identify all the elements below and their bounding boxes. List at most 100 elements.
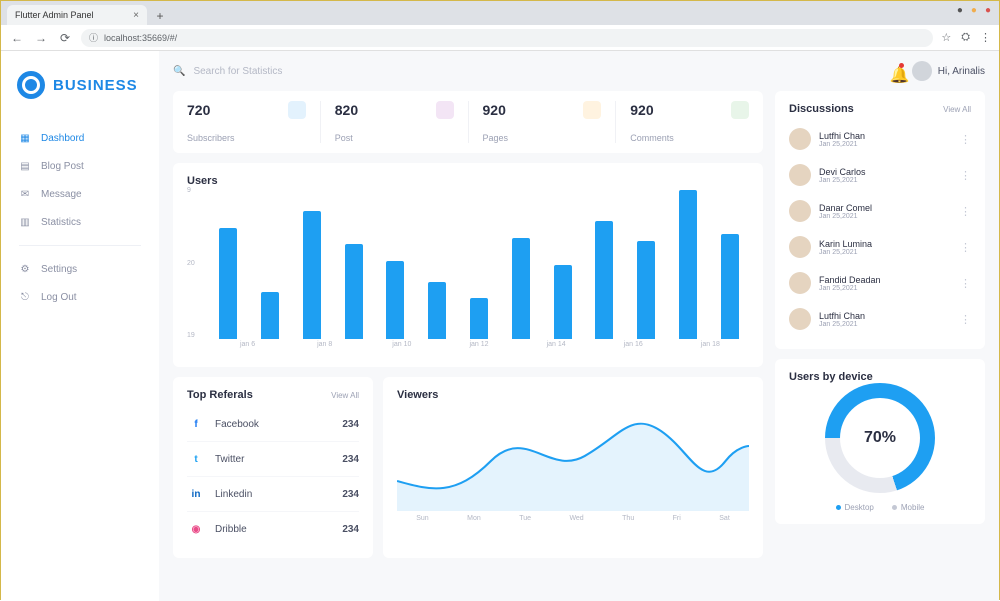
search-icon: 🔍 bbox=[173, 66, 185, 77]
user-menu[interactable]: Hi, Arinalis bbox=[912, 61, 985, 81]
browser-tab[interactable]: Flutter Admin Panel × bbox=[7, 5, 147, 25]
more-icon[interactable]: ⋮ bbox=[960, 169, 971, 182]
bell-icon: 🔔 bbox=[890, 67, 910, 84]
bookmark-icon[interactable]: ☆ bbox=[941, 31, 951, 44]
nav-message[interactable]: ✉ Message bbox=[1, 181, 159, 207]
referral-icon: t bbox=[187, 450, 205, 468]
url-text: localhost:35669/#/ bbox=[104, 33, 177, 43]
nav-settings[interactable]: ⚙ Settings bbox=[1, 256, 159, 282]
donut-percent: 70% bbox=[840, 398, 920, 478]
discussion-date: Jan 25,2021 bbox=[819, 285, 952, 292]
chart-bar bbox=[470, 298, 488, 339]
notification-bell[interactable]: 🔔 bbox=[890, 65, 902, 77]
close-window-icon[interactable]: ● bbox=[985, 5, 991, 16]
brand-logo[interactable]: BUSINESS bbox=[1, 65, 159, 117]
referral-item[interactable]: in Linkedin 234 bbox=[187, 477, 359, 512]
legend-label: Mobile bbox=[901, 503, 925, 512]
discussion-date: Jan 25,2021 bbox=[819, 141, 952, 148]
more-icon[interactable]: ⋮ bbox=[960, 313, 971, 326]
stat-cards: 720 Subscribers 820 Post 920 Pages 920 C… bbox=[173, 91, 763, 153]
discussion-name: Fandid Deadan bbox=[819, 275, 952, 285]
nav-logout[interactable]: ⎋ Log Out bbox=[1, 284, 159, 310]
nav-dashboard[interactable]: ▦ Dashbord bbox=[1, 125, 159, 151]
discussion-item[interactable]: Lutfhi Chan Jan 25,2021 ⋮ bbox=[789, 121, 971, 157]
discussions-card: Discussions View All Lutfhi Chan Jan 25,… bbox=[775, 91, 985, 349]
logout-icon: ⎋ bbox=[19, 291, 31, 303]
window-controls: ● ● ● bbox=[957, 5, 991, 16]
chart-bar bbox=[595, 221, 613, 339]
discussion-name: Karin Lumina bbox=[819, 239, 952, 249]
donut-chart: 70% bbox=[825, 383, 935, 493]
stat-icon bbox=[731, 101, 749, 119]
viewers-day: Sat bbox=[719, 515, 730, 522]
referral-name: Facebook bbox=[215, 419, 259, 430]
viewers-day: Wed bbox=[569, 515, 583, 522]
nav-separator bbox=[19, 245, 141, 246]
discussion-name: Danar Comel bbox=[819, 203, 952, 213]
viewers-x-axis: SunMonTueWedThuFriSat bbox=[397, 515, 749, 522]
maximize-icon[interactable]: ● bbox=[971, 5, 977, 16]
primary-nav: ▦ Dashbord ▤ Blog Post ✉ Message ▥ Stati… bbox=[1, 125, 159, 310]
referrals-title: Top Referals bbox=[187, 389, 253, 401]
back-button[interactable]: ← bbox=[9, 31, 25, 45]
new-tab-button[interactable]: + bbox=[151, 7, 169, 25]
more-icon[interactable]: ⋮ bbox=[960, 205, 971, 218]
profile-icon[interactable]: ⛭ bbox=[961, 31, 970, 44]
chart-bar bbox=[386, 261, 404, 339]
search-box[interactable]: 🔍 Search for Statistics bbox=[173, 66, 880, 77]
discussion-item[interactable]: Karin Lumina Jan 25,2021 ⋮ bbox=[789, 229, 971, 265]
nav-label: Message bbox=[41, 189, 82, 200]
more-icon[interactable]: ⋮ bbox=[960, 241, 971, 254]
discussion-item[interactable]: Danar Comel Jan 25,2021 ⋮ bbox=[789, 193, 971, 229]
tab-title: Flutter Admin Panel bbox=[15, 10, 94, 20]
forward-button[interactable]: → bbox=[33, 31, 49, 45]
users-chart-card: Users 92019 jan 6jan 8jan 10jan 12jan 14… bbox=[173, 163, 763, 367]
address-bar[interactable]: ⓘ localhost:35669/#/ bbox=[81, 29, 933, 47]
avatar bbox=[789, 236, 811, 258]
legend-item: Desktop bbox=[836, 503, 874, 512]
legend-dot bbox=[836, 505, 841, 510]
referrals-view-all[interactable]: View All bbox=[331, 391, 359, 400]
reload-button[interactable]: ⟳ bbox=[57, 31, 73, 45]
stat-card[interactable]: 920 Pages bbox=[469, 101, 617, 143]
discussion-item[interactable]: Lutfhi Chan Jan 25,2021 ⋮ bbox=[789, 301, 971, 337]
nav-label: Dashbord bbox=[41, 133, 84, 144]
discussion-item[interactable]: Fandid Deadan Jan 25,2021 ⋮ bbox=[789, 265, 971, 301]
minimize-icon[interactable]: ● bbox=[957, 5, 963, 16]
nav-blog-post[interactable]: ▤ Blog Post bbox=[1, 153, 159, 179]
discussion-item[interactable]: Devi Carlos Jan 25,2021 ⋮ bbox=[789, 157, 971, 193]
bar-chart: 92019 jan 6jan 8jan 10jan 12jan 14jan 16… bbox=[187, 187, 749, 355]
grid-icon: ▦ bbox=[19, 132, 31, 144]
viewers-day: Thu bbox=[622, 515, 634, 522]
menu-icon[interactable]: ⋮ bbox=[980, 31, 991, 44]
discussions-view-all[interactable]: View All bbox=[943, 105, 971, 114]
info-icon: ⓘ bbox=[89, 31, 98, 44]
referral-item[interactable]: f Facebook 234 bbox=[187, 407, 359, 442]
discussion-date: Jan 25,2021 bbox=[819, 213, 952, 220]
discussion-name: Lutfhi Chan bbox=[819, 311, 952, 321]
avatar bbox=[789, 200, 811, 222]
stat-card[interactable]: 920 Comments bbox=[616, 101, 763, 143]
sidebar: BUSINESS ▦ Dashbord ▤ Blog Post ✉ Messag… bbox=[1, 51, 159, 601]
chart-icon: ▥ bbox=[19, 216, 31, 228]
more-icon[interactable]: ⋮ bbox=[960, 277, 971, 290]
stat-label: Subscribers bbox=[187, 133, 306, 143]
close-tab-icon[interactable]: × bbox=[133, 10, 139, 21]
stat-card[interactable]: 720 Subscribers bbox=[173, 101, 321, 143]
avatar bbox=[789, 272, 811, 294]
viewers-day: Mon bbox=[467, 515, 481, 522]
browser-tab-strip: Flutter Admin Panel × + ● ● ● bbox=[1, 1, 999, 25]
more-icon[interactable]: ⋮ bbox=[960, 133, 971, 146]
stat-value: 920 bbox=[483, 102, 506, 118]
referral-item[interactable]: ◉ Dribble 234 bbox=[187, 512, 359, 546]
x-axis: jan 6jan 8jan 10jan 12jan 14jan 16jan 18 bbox=[209, 341, 749, 355]
nav-statistics[interactable]: ▥ Statistics bbox=[1, 209, 159, 235]
gear-icon: ⚙ bbox=[19, 263, 31, 275]
y-tick: 19 bbox=[187, 332, 205, 339]
nav-label: Log Out bbox=[41, 292, 77, 303]
logo-icon bbox=[17, 71, 45, 99]
avatar bbox=[912, 61, 932, 81]
stat-card[interactable]: 820 Post bbox=[321, 101, 469, 143]
stat-icon bbox=[436, 101, 454, 119]
referral-item[interactable]: t Twitter 234 bbox=[187, 442, 359, 477]
